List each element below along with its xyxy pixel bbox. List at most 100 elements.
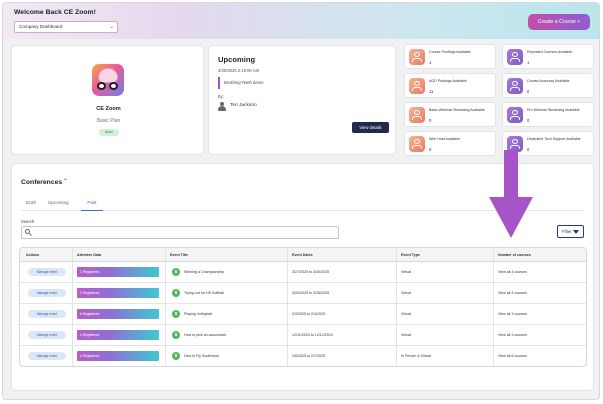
column-divider: [493, 248, 494, 366]
users-icon: [409, 78, 425, 94]
users-icon: [507, 107, 523, 123]
column-divider: [72, 248, 73, 366]
filter-label: Filter: [562, 229, 572, 234]
search-icon: [25, 229, 33, 237]
dollar-icon: $: [172, 310, 180, 318]
manage-event-button[interactable]: Manage event: [28, 310, 66, 318]
tab-past[interactable]: Past: [81, 198, 103, 211]
stat-label: Dedicated Tech Support Available: [527, 137, 581, 141]
col-event-title: Event Title: [170, 253, 189, 257]
table-row: Manage event 4 Registered $ How to Fly Sout…: [20, 346, 586, 366]
table-row: Manage event 4 Registered $ How to pick an …: [20, 325, 586, 346]
attendee-data-bar[interactable]: 4 Registered: [77, 351, 159, 361]
stat-card: Pro Webinar Streaming Available 0: [502, 102, 594, 127]
stat-label: Pro Webinar Streaming Available: [527, 108, 580, 112]
annotation-arrow-shaft: [504, 150, 518, 199]
dollar-icon: $: [172, 289, 180, 297]
attendee-data-bar[interactable]: 4 Registered: [77, 330, 159, 340]
stat-card: Web Host Available 0: [404, 131, 496, 156]
event-type: In Person & Virtual: [401, 354, 431, 358]
table-row: Manage event 1 Registered $ Winning a Champ…: [20, 262, 586, 283]
chevron-down-icon: ⌄: [109, 24, 114, 30]
stat-label: Course Accuracy Available: [527, 79, 570, 83]
stat-card: Repeated Courses Available 1: [502, 44, 594, 69]
create-course-button[interactable]: Create a Course +: [528, 14, 590, 30]
profile-card: CE Zoom Basic Plan Basic: [11, 45, 204, 155]
col-event-type: Event Type: [401, 253, 420, 257]
col-actions: Actions: [26, 253, 40, 257]
view-courses-link[interactable]: View all 3 courses: [498, 325, 527, 346]
users-icon: [409, 107, 425, 123]
profile-name: CE Zoom: [96, 106, 121, 112]
attendee-data-bar[interactable]: 2 Registered: [77, 288, 159, 298]
view-courses-link[interactable]: View all 4 courses: [498, 262, 527, 283]
welcome-banner: Welcome Back CE Zoom! Company Dashboard …: [3, 3, 599, 39]
view-courses-link[interactable]: View all 6 courses: [498, 346, 527, 366]
profile-plan: Basic Plan: [96, 118, 121, 124]
users-icon: [507, 78, 523, 94]
conferences-table: Actions Attendee Data Event Title Event …: [19, 247, 587, 367]
event-title: How to Fly Southwest: [184, 354, 219, 358]
conferences-title: Conferences: [21, 179, 63, 186]
event-dates: 2/3/2025 to 2/4/2025: [292, 312, 325, 316]
view-courses-link[interactable]: View all 3 courses: [498, 304, 527, 325]
attendee-data-bar[interactable]: 1 Registered: [77, 267, 159, 277]
ce-zoom-logo-icon: [92, 64, 124, 96]
stat-value: 1: [527, 60, 530, 65]
stat-label: Web Host Available: [429, 137, 461, 141]
event-title: Playing Volleyball: [184, 312, 212, 316]
dashboard-select[interactable]: Company Dashboard ⌄: [14, 21, 118, 33]
event-dates: 2/6/2025 to 2/7/2025: [292, 354, 325, 358]
event-type: Virtual: [401, 270, 412, 274]
presenter-name: Teri Jackson: [230, 103, 257, 108]
upcoming-event-name: Brushing Teeth demo: [218, 77, 264, 89]
event-dates: 3/27/2025 to 3/30/2025: [292, 270, 329, 274]
table-row: Manage event 6 Registered $ Playing Volleyb…: [20, 304, 586, 325]
upcoming-datetime: 4/30/2025 2:19:00 AM: [218, 68, 259, 73]
tab-upcoming[interactable]: Upcoming: [48, 198, 69, 211]
event-title: Winning a Championship: [184, 270, 224, 274]
user-icon: [218, 102, 226, 112]
stat-value: 11: [429, 89, 434, 94]
dollar-icon: $: [172, 268, 180, 276]
users-icon: [507, 49, 523, 65]
stat-card: AGD Postings Available 11: [404, 73, 496, 98]
event-type: Virtual: [401, 291, 412, 295]
event-title: How to pick an accountant: [184, 333, 227, 337]
manage-event-button[interactable]: Manage event: [28, 268, 66, 276]
manage-event-button[interactable]: Manage event: [28, 289, 66, 297]
event-dates: 3/20/2025 to 3/26/2025: [292, 291, 329, 295]
stat-value: 0: [429, 118, 432, 123]
stat-value: 1: [429, 60, 432, 65]
users-icon: [409, 49, 425, 65]
dashboard-select-value: Company Dashboard: [19, 24, 63, 29]
column-divider: [396, 248, 397, 366]
attendee-data-bar[interactable]: 6 Registered: [77, 309, 159, 319]
stat-label: Repeated Courses Available: [527, 50, 573, 54]
column-divider: [287, 248, 288, 366]
filter-icon: [573, 230, 579, 234]
filter-button[interactable]: Filter: [557, 225, 584, 238]
manage-event-button[interactable]: Manage event: [28, 331, 66, 339]
dollar-icon: $: [172, 352, 180, 360]
event-dates: 12/11/2024 to 12/12/2024: [292, 333, 333, 337]
chevron-up-icon[interactable]: ⌃: [63, 178, 68, 185]
table-row: Manage event 2 Registered $ Trying out for …: [20, 283, 586, 304]
search-input[interactable]: [21, 226, 339, 239]
event-type: Virtual: [401, 312, 412, 316]
view-details-button[interactable]: View details: [352, 122, 389, 133]
stat-label: Course Postings Available: [429, 50, 471, 54]
glasses-icon: [97, 82, 119, 90]
brain-icon: [98, 68, 118, 83]
upcoming-by-label: By:: [218, 94, 225, 99]
upcoming-card: Upcoming 4/30/2025 2:19:00 AM Brushing T…: [208, 45, 396, 155]
stat-label: Basic Webinar Streaming Available: [429, 108, 485, 112]
stat-card: Course Postings Available 1: [404, 44, 496, 69]
stat-label: AGD Postings Available: [429, 79, 467, 83]
tab-draft[interactable]: Draft: [26, 198, 36, 211]
dashboard-frame: Welcome Back CE Zoom! Company Dashboard …: [2, 2, 600, 400]
stat-value: 0: [527, 147, 530, 152]
column-divider: [165, 248, 166, 366]
manage-event-button[interactable]: Manage event: [28, 352, 66, 360]
view-courses-link[interactable]: View all 4 courses: [498, 283, 527, 304]
